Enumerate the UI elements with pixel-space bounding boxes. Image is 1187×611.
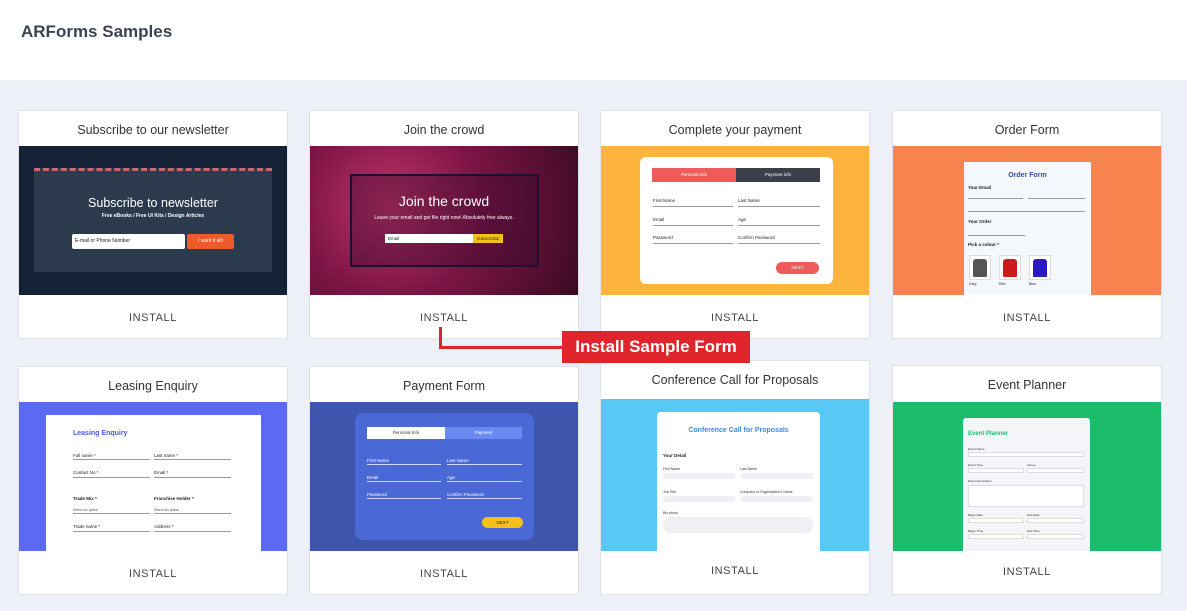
preview-field-label: Bio photo xyxy=(663,511,678,515)
preview-field-label: Confirm Password xyxy=(738,235,775,240)
preview-color-label: Grey xyxy=(969,282,977,286)
preview-field-label: Job Title xyxy=(663,490,677,494)
preview-field-label: Last Name xyxy=(447,458,469,463)
preview-field-label: Begin Time xyxy=(968,529,984,533)
sample-card-event-planner: Event Planner Event Planner Event Name E… xyxy=(892,365,1162,595)
preview-subtitle: Leave your email and get file right now!… xyxy=(374,215,514,221)
preview-section: Pick a colour * xyxy=(968,242,1000,247)
preview-heading: Subscribe to newsletter xyxy=(88,196,218,210)
preview-tab-personal: Personal info xyxy=(652,168,736,182)
install-button[interactable]: INSTALL xyxy=(310,312,578,324)
preview-field-label: Address * xyxy=(154,524,174,529)
preview-field-label: Trade Mix * xyxy=(73,496,97,501)
card-title: Join the crowd xyxy=(403,123,485,137)
preview-subtitle: Free eBooks / Free UI Kits / Design Arti… xyxy=(101,213,205,219)
preview-field-label: Full name * xyxy=(73,453,96,458)
install-button[interactable]: INSTALL xyxy=(19,312,287,324)
preview-image: Event Planner Event Name Event Type Venu… xyxy=(893,402,1161,551)
sample-card-order-form: Order Form Order Form Your Email Your Or… xyxy=(892,110,1162,339)
preview-field-label: Last Name xyxy=(740,467,757,471)
preview-button: I want it all! xyxy=(187,234,234,249)
install-button[interactable]: INSTALL xyxy=(310,568,578,580)
sample-card-leasing-enquiry: Leasing Enquiry Leasing Enquiry Full nam… xyxy=(18,366,288,595)
preview-heading: Event Planner xyxy=(968,431,1009,437)
preview-image: Join the crowd Leave your email and get … xyxy=(310,146,578,295)
install-button[interactable]: INSTALL xyxy=(601,312,869,324)
page-header: ARForms Samples xyxy=(0,0,1187,80)
install-button[interactable]: INSTALL xyxy=(19,568,287,580)
install-button[interactable]: INSTALL xyxy=(601,565,869,577)
preview-field-label: Last Name xyxy=(738,198,760,203)
preview-select: Select an option xyxy=(73,508,99,512)
preview-field-label: Begin Date xyxy=(968,513,983,517)
preview-image: Personal Info Payment First Name Last Na… xyxy=(310,402,578,551)
preview-field-label: Email xyxy=(653,217,665,222)
preview-field-label: First Name xyxy=(653,198,676,203)
preview-input: Email xyxy=(385,234,473,243)
sample-card-join-crowd: Join the crowd Join the crowd Leave your… xyxy=(309,110,579,339)
card-title: Complete your payment xyxy=(668,123,802,137)
preview-heading: Conference Call for Proposals xyxy=(688,427,789,434)
preview-select: Select an option xyxy=(154,508,180,512)
preview-section: Your Order xyxy=(968,219,992,224)
preview-field-label: Age xyxy=(447,475,456,480)
preview-field-label: First Name xyxy=(367,458,390,463)
preview-section: Your Email xyxy=(968,185,992,190)
preview-tab-payment: Payment xyxy=(445,427,522,439)
preview-field-label: Password xyxy=(653,235,673,240)
preview-image: Conference Call for Proposals Your Detai… xyxy=(601,399,869,551)
sample-card-conference-call: Conference Call for Proposals Conference… xyxy=(600,360,870,595)
preview-field-label: Event Description xyxy=(968,479,992,483)
preview-section: Your Detail xyxy=(663,453,687,458)
preview-field-label: First Name xyxy=(663,467,681,471)
card-title: Subscribe to our newsletter xyxy=(77,123,229,137)
preview-heading: Leasing Enquiry xyxy=(73,430,128,437)
page-title: ARForms Samples xyxy=(21,22,173,41)
callout-label: Install Sample Form xyxy=(562,331,750,363)
preview-field-label: Franchise Holder * xyxy=(154,496,194,501)
card-title: Order Form xyxy=(994,123,1060,137)
preview-heading: Order Form xyxy=(1008,172,1047,179)
preview-field-label: Event Type xyxy=(968,463,983,467)
preview-field-label: Event Name xyxy=(968,447,985,451)
preview-field-label: Company or Organization's Name xyxy=(740,490,793,494)
preview-field-label: Age xyxy=(738,217,747,222)
install-button[interactable]: INSTALL xyxy=(893,312,1161,324)
card-title: Payment Form xyxy=(403,379,485,393)
preview-field-label: End Date xyxy=(1027,513,1040,517)
preview-field-label: Password xyxy=(367,492,387,497)
preview-field-label: Last name * xyxy=(154,453,179,458)
preview-image: Personal info Payment info First Name La… xyxy=(601,146,869,295)
card-title: Conference Call for Proposals xyxy=(651,373,819,387)
preview-tab-personal: Personal Info xyxy=(367,427,445,439)
preview-button: NEXT xyxy=(776,262,819,274)
card-title: Event Planner xyxy=(987,378,1067,392)
preview-tab-payment: Payment info xyxy=(736,168,820,182)
preview-heading: Join the crowd xyxy=(398,193,490,209)
preview-field-label: Email * xyxy=(154,470,169,475)
preview-field-label: End Time xyxy=(1027,529,1040,533)
preview-field-label: Venue xyxy=(1027,463,1036,467)
preview-field-label: Email xyxy=(367,475,379,480)
preview-field-label: Contact No * xyxy=(73,470,99,475)
sample-card-complete-payment: Complete your payment Personal info Paym… xyxy=(600,110,870,339)
preview-button: NEXT xyxy=(482,517,523,528)
sample-card-newsletter: Subscribe to our newsletter Subscribe to… xyxy=(18,110,288,339)
preview-input: E-mail or Phone Number xyxy=(72,234,185,249)
preview-field-label: Trade name * xyxy=(73,524,101,529)
preview-field-label: Confirm Password xyxy=(447,492,484,497)
preview-image: Leasing Enquiry Full name * Last name * … xyxy=(19,402,287,551)
callout-arrow xyxy=(439,327,563,349)
preview-color-label: Red xyxy=(999,282,1006,286)
preview-color-label: Blue xyxy=(1029,282,1037,286)
preview-image: Subscribe to newsletter Free eBooks / Fr… xyxy=(19,146,287,295)
preview-image: Order Form Your Email Your Order Pick a … xyxy=(893,146,1161,295)
sample-card-payment-form: Payment Form Personal Info Payment First… xyxy=(309,366,579,595)
card-title: Leasing Enquiry xyxy=(108,379,198,393)
preview-button: SUBSCRIBE xyxy=(473,234,503,243)
install-button[interactable]: INSTALL xyxy=(893,566,1161,578)
